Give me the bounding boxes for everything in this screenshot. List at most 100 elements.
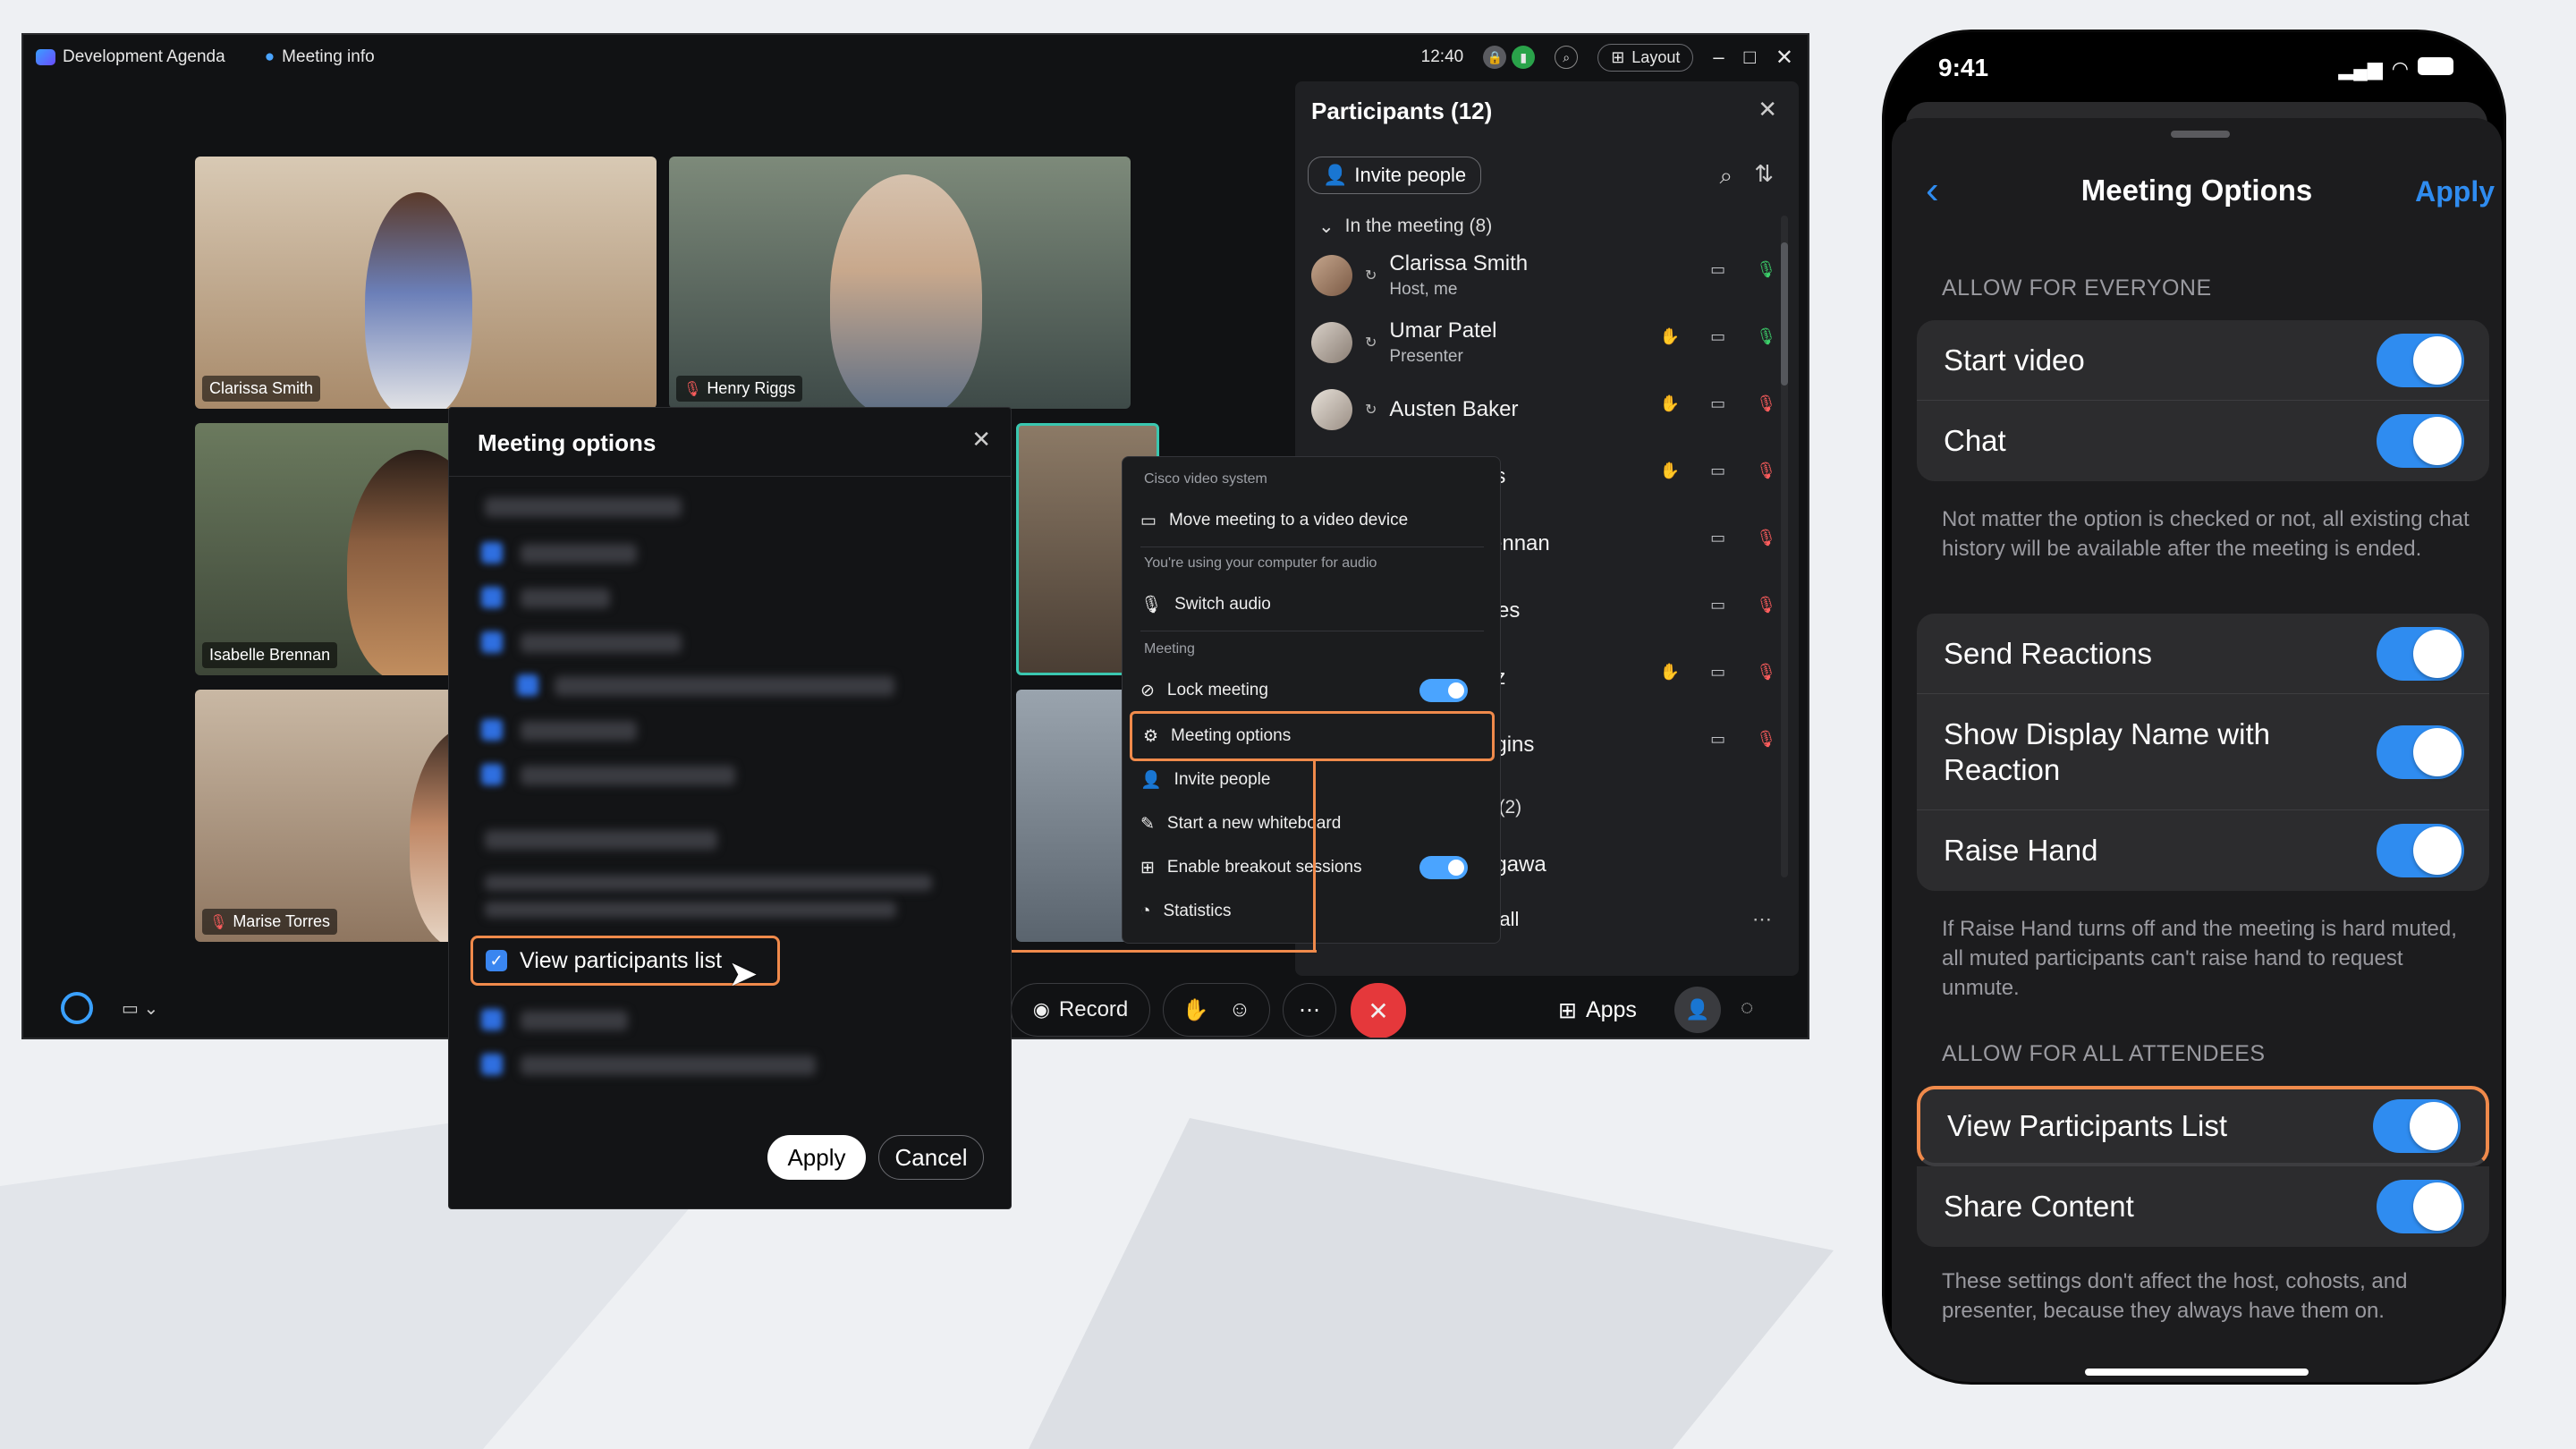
view-participants-row[interactable]: View Participants List: [1917, 1086, 2489, 1166]
raise-hand-toggle[interactable]: [2377, 824, 2464, 877]
apply-button[interactable]: Apply: [767, 1135, 866, 1180]
mic-icon: 🎙: [1756, 327, 1776, 345]
menu-item-label: Invite people: [1174, 770, 1271, 789]
settings-group: Start video Chat: [1917, 320, 2489, 481]
menu-item-label: Enable breakout sessions: [1166, 858, 1362, 877]
blurred-checkbox: [481, 764, 503, 785]
participant-name: Austen Baker: [1389, 397, 1519, 421]
close-icon[interactable]: ✕: [1775, 45, 1793, 71]
cancel-button[interactable]: Cancel: [878, 1135, 984, 1180]
breakout-toggle[interactable]: [1419, 856, 1468, 879]
record-button[interactable]: ◉ Record: [1011, 983, 1150, 1037]
raise-hand-row[interactable]: Raise Hand: [1917, 810, 2489, 891]
start-video-row[interactable]: Start video: [1917, 320, 2489, 401]
section-header: ALLOW FOR EVERYONE: [1942, 275, 2212, 301]
participants-toggle-icon[interactable]: 👤: [1674, 987, 1721, 1033]
chat-toggle[interactable]: [2377, 414, 2464, 468]
breakout-item[interactable]: ⊞ Enable breakout sessions: [1140, 849, 1484, 886]
person-icon: 👤: [1140, 771, 1162, 790]
home-indicator[interactable]: [2085, 1368, 2309, 1376]
chat-row[interactable]: Chat: [1917, 401, 2489, 481]
blurred-checkbox: [481, 1009, 503, 1030]
blurred-text: [521, 1011, 628, 1030]
start-video-toggle[interactable]: [2377, 333, 2464, 387]
switch-audio-item[interactable]: 🎙 Switch audio: [1140, 586, 1484, 623]
meeting-info-link[interactable]: ● Meeting info: [265, 47, 375, 67]
mic-icon: 🎙: [1756, 260, 1776, 278]
captions-icon[interactable]: ▭ ⌄: [122, 997, 158, 1020]
participant-row[interactable]: ↻ Austen Baker ✋ ▭ 🎙: [1311, 382, 1776, 437]
lock-icon: ⊘: [1140, 681, 1155, 700]
display-name-reaction-row[interactable]: Show Display Name with Reaction: [1917, 694, 2489, 810]
raise-hand-icon: ✋: [1659, 663, 1681, 681]
participant-name: Clarissa Smith: [1389, 251, 1529, 275]
menu-item-label: Statistics: [1163, 902, 1232, 920]
video-icon: ▭: [1710, 663, 1726, 681]
participant-row[interactable]: ↻ Umar Patel Presenter ✋ ▭ 🎙: [1311, 315, 1776, 370]
close-icon[interactable]: ✕: [1758, 96, 1777, 123]
search-icon[interactable]: ⌕: [1719, 162, 1733, 191]
video-tile[interactable]: Clarissa Smith: [195, 157, 657, 409]
row-label: Share Content: [1944, 1190, 2134, 1223]
title-bar: Development Agenda ● Meeting info 12:40 …: [23, 35, 1808, 80]
more-icon[interactable]: ⋯: [1752, 908, 1772, 931]
mic-muted-icon: 🎙: [1756, 596, 1776, 614]
menu-item-label: Lock meeting: [1166, 681, 1268, 699]
blurred-checkbox: [481, 719, 503, 741]
meeting-options-item[interactable]: ⚙ Meeting options: [1130, 711, 1495, 761]
apply-button[interactable]: Apply: [2415, 175, 2495, 208]
share-content-toggle[interactable]: [2377, 1180, 2464, 1233]
avatar: [1311, 322, 1352, 363]
scrollbar[interactable]: [1781, 216, 1788, 877]
in-meeting-group[interactable]: ⌄ In the meeting (8): [1318, 216, 1492, 238]
move-meeting-item[interactable]: ▭ Move meeting to a video device: [1140, 502, 1484, 539]
status-icons: ▂▄▆ ◠: [2338, 57, 2453, 80]
maximize-icon[interactable]: □: [1744, 46, 1756, 69]
menu-section-label: Meeting: [1144, 641, 1195, 657]
drag-handle[interactable]: [2171, 131, 2230, 138]
view-participants-toggle[interactable]: [2373, 1099, 2461, 1153]
participant-row[interactable]: ↻ Clarissa Smith Host, me ▭ 🎙: [1311, 248, 1776, 303]
end-call-button[interactable]: ✕: [1351, 983, 1406, 1038]
lock-status-icon: 🔒: [1483, 46, 1507, 69]
blurred-heading: [485, 497, 682, 517]
share-content-row[interactable]: Share Content: [1917, 1166, 2489, 1247]
menu-item-label: Move meeting to a video device: [1168, 511, 1409, 530]
apps-button[interactable]: ⊞ Apps: [1558, 997, 1637, 1024]
search-icon[interactable]: ⌕: [1555, 46, 1579, 69]
video-icon: ▭: [1710, 529, 1726, 547]
tile-name-tag: 🎙 Henry Riggs: [676, 376, 803, 402]
gear-icon: ⚙: [1143, 726, 1159, 746]
chart-icon: ◔: [1140, 902, 1151, 920]
send-reactions-toggle[interactable]: [2377, 626, 2464, 681]
video-icon: ▭: [1710, 596, 1726, 614]
more-options-button[interactable]: ⋯: [1283, 983, 1336, 1037]
lock-meeting-item[interactable]: ⊘ Lock meeting: [1140, 672, 1484, 709]
reactions-button[interactable]: ✋ ☺: [1163, 983, 1270, 1037]
row-label: Start video: [1944, 343, 2085, 377]
display-name-reaction-toggle[interactable]: [2377, 724, 2464, 779]
invite-people-button[interactable]: 👤 Invite people: [1308, 157, 1482, 194]
layout-button[interactable]: ⊞ Layout: [1597, 43, 1694, 72]
lock-meeting-toggle[interactable]: [1419, 679, 1468, 702]
apps-icon: ⊞: [1558, 998, 1577, 1023]
video-tile[interactable]: 🎙 Henry Riggs: [669, 157, 1131, 409]
send-reactions-row[interactable]: Send Reactions: [1917, 614, 2489, 694]
mic-muted-icon: 🎙: [209, 914, 228, 930]
checkbox-checked-icon[interactable]: ✓: [486, 950, 507, 971]
webex-assistant-icon[interactable]: [61, 992, 93, 1024]
sort-icon[interactable]: ⇅: [1754, 160, 1774, 188]
whiteboard-item[interactable]: ✎ Start a new whiteboard: [1140, 805, 1484, 843]
sync-icon: ↻: [1365, 335, 1377, 351]
cellular-icon: ▂▄▆: [2338, 57, 2383, 80]
statistics-item[interactable]: ◔ Statistics: [1140, 893, 1484, 930]
invite-people-item[interactable]: 👤 Invite people: [1140, 761, 1484, 799]
video-icon: ▭: [1710, 730, 1726, 748]
agenda-tab[interactable]: Development Agenda: [36, 47, 225, 67]
minimize-icon[interactable]: –: [1713, 46, 1724, 69]
blurred-text: [521, 1055, 816, 1075]
chat-icon[interactable]: ◌: [1741, 996, 1753, 1021]
close-icon[interactable]: ✕: [971, 426, 991, 453]
mic-muted-icon: 🎙: [1756, 730, 1776, 748]
blurred-checkbox: [481, 542, 503, 564]
